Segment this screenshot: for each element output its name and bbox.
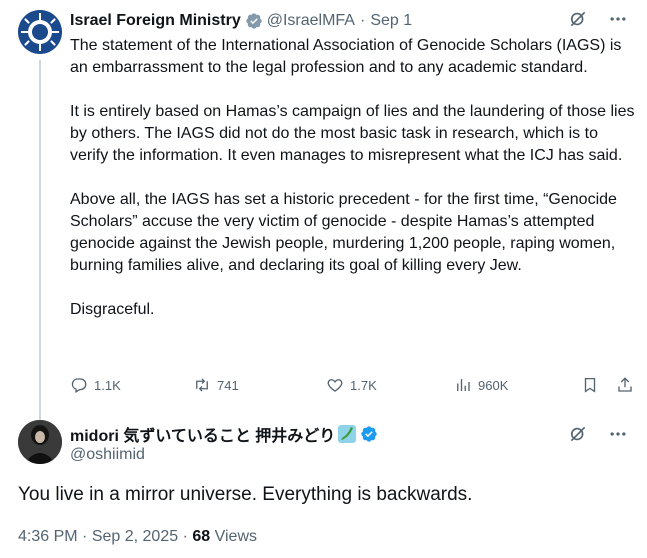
bookmark-icon [584, 377, 596, 393]
author-handle[interactable]: @IsraelMFA [267, 12, 355, 30]
tweet-action-bar: 1.1K 741 1.7K 960K [70, 374, 636, 396]
verified-org-badge-icon[interactable] [245, 12, 263, 30]
tweet-paragraph: It is entirely based on Hamas’s campaign… [70, 103, 635, 164]
repost-button[interactable]: 741 [193, 374, 239, 396]
views-button[interactable]: 960K [454, 374, 508, 396]
japan-map-emoji-icon [338, 425, 357, 443]
reply-icon [71, 378, 87, 393]
reply-text: You live in a mirror universe. Everythin… [18, 484, 473, 505]
like-button[interactable]: 1.7K [326, 374, 377, 396]
views-icon [457, 379, 470, 391]
tweet-paragraph: Above all, the IAGS has set a historic p… [70, 191, 617, 274]
tweet-paragraph: Disgraceful. [70, 301, 155, 318]
reply-time[interactable]: 4:36 PM [18, 528, 78, 545]
share-button[interactable] [616, 374, 634, 396]
reply-button[interactable]: 1.1K [70, 374, 121, 396]
more-icon[interactable] [607, 423, 629, 445]
separator-dot: · [182, 528, 188, 545]
reply-metadata: 4:36 PM · Sep 2, 2025 · 68 Views [18, 528, 257, 546]
author-name[interactable]: Israel Foreign Ministry [70, 12, 241, 30]
reply-count: 1.1K [94, 377, 121, 393]
reply-date[interactable]: Sep 2, 2025 [92, 528, 178, 545]
tweet-top-actions [567, 8, 629, 30]
reply-views-count: 68 [192, 528, 211, 545]
tweet[interactable]: Israel Foreign Ministry @IsraelMFA · Sep… [0, 0, 647, 405]
separator-dot: · [359, 12, 366, 29]
avatar[interactable] [18, 420, 62, 464]
avatar[interactable] [18, 10, 62, 54]
profile-photo-icon [18, 420, 62, 464]
more-icon[interactable] [607, 8, 629, 30]
repost-count: 741 [217, 377, 239, 393]
like-count: 1.7K [350, 377, 377, 393]
share-icon [618, 377, 632, 392]
grok-icon[interactable] [567, 8, 589, 30]
author-name[interactable]: midori 気ずいていること 押井みどり [70, 422, 335, 446]
reply-views-label: Views [214, 528, 257, 545]
tweet-date[interactable]: Sep 1 [370, 12, 412, 30]
reply-header: midori 気ずいていること 押井みどり [70, 423, 378, 445]
israel-mfa-logo-icon [18, 10, 62, 54]
reply-top-actions [567, 423, 629, 445]
author-handle[interactable]: @oshiimid [70, 446, 145, 464]
tweet-paragraph: The statement of the International Assoc… [70, 37, 622, 76]
like-icon [327, 379, 343, 392]
views-count: 960K [478, 377, 509, 393]
separator-dot: · [82, 528, 88, 545]
verified-icon[interactable] [360, 425, 378, 443]
tweet-text: The statement of the International Assoc… [70, 35, 636, 321]
grok-icon[interactable] [567, 423, 589, 445]
tweet-header: Israel Foreign Ministry @IsraelMFA · Sep… [70, 10, 412, 32]
bookmark-button[interactable] [581, 374, 599, 396]
repost-icon [196, 378, 208, 392]
